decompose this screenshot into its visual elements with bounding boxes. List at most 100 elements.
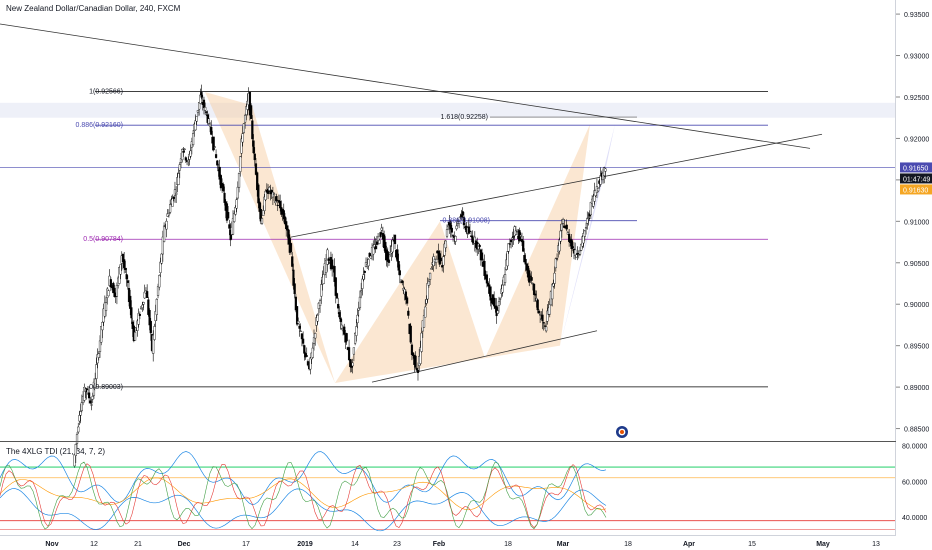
candle-body [522,240,525,252]
candle-body [483,260,486,276]
candle-body [196,110,200,113]
candle-body [467,226,470,234]
candle-body [415,368,418,371]
candle-body [212,136,215,151]
candle-body [286,225,289,231]
time-tick-label: Mar [557,541,570,548]
candle-body [311,347,314,358]
chart-canvas[interactable]: 1(0.92566) 0.886(0.92160) 0.5(0.90784) 0(0.… [0,0,932,550]
fib-label-1618: 1.618(0.92258) [441,114,488,121]
candle-body [428,272,432,280]
candle-body [183,148,186,150]
candle-body [571,246,574,248]
candle-body [545,326,548,332]
candle-body [401,280,404,284]
candle-body [182,150,185,153]
candle-body [430,268,433,270]
candle-body [133,331,137,341]
candle-body [575,254,578,258]
candle-body [347,347,351,361]
candle-body [123,259,126,268]
candle-body [536,299,539,311]
candle-body [273,193,276,195]
candle-body [543,325,547,327]
candle-body [155,299,158,315]
candle-body [227,212,230,219]
candle-body [73,454,76,467]
candle-body [375,241,378,245]
candle-body [416,370,420,373]
event-icon[interactable] [616,426,628,438]
candle-body [480,252,484,261]
candle-body [250,105,253,119]
countdown-label: 01:47:49 [903,176,930,183]
candle-body [90,404,93,406]
candle-body [210,126,213,135]
candle-body [77,426,80,433]
time-tick-label: Feb [433,541,445,548]
candle-body [471,235,474,243]
candle-body [326,249,329,265]
candle-body [360,290,363,293]
candle-body [561,219,565,224]
candle-body [207,118,210,124]
candle-body [529,275,532,277]
candle-body [205,111,208,113]
time-tick-label: Nov [45,541,58,548]
candle-body [420,332,423,352]
price-tick-label: 0.88500 [904,427,929,434]
candle-body [350,365,353,368]
candle-body [275,195,278,201]
candle-body [578,250,582,255]
candle-body [519,234,522,237]
candle-body [223,192,226,203]
tdi-rsi-line [0,461,607,530]
candle-body [297,320,300,324]
candle-body [175,192,178,195]
indicator-tick-label: 60.0000 [902,479,927,486]
candle-body [187,159,190,163]
candle-body [537,310,540,314]
candle-body [530,277,533,281]
candle-body [124,267,127,270]
candle-body [548,304,551,315]
candle-body [292,269,295,286]
candle-body [320,284,323,297]
candle-body [335,293,339,299]
candle-body [444,240,447,249]
candle-body [499,298,502,300]
candle-body [298,325,301,329]
candle-body [497,301,501,306]
candle-body [228,224,231,229]
candle-body [303,345,306,354]
candle-body [262,210,265,216]
candle-body [159,261,162,273]
candle-body [357,307,360,311]
candle-body [442,256,445,266]
candle-body [560,223,563,231]
candle-body [216,160,219,166]
candle-body [461,211,464,216]
candle-body [454,236,457,242]
fib-label-1: 1(0.92566) [89,89,123,96]
trendline-resistance [0,23,811,149]
candle-body [339,317,342,322]
candle-body [291,256,294,267]
pattern-wing-2 [335,221,485,383]
candle-body [107,290,110,297]
candle-body [109,279,112,288]
candle-body [194,120,197,131]
candle-body [74,444,77,456]
candle-body [425,299,428,304]
candle-body [243,115,247,123]
candle-body [252,140,255,154]
candle-body [202,99,206,108]
candle-body [565,224,568,230]
candle-body [309,357,312,370]
candle-body [524,258,527,265]
price-tick-label: 0.93000 [904,54,929,61]
candle-body [552,283,555,287]
candle-body [501,284,504,293]
candle-body [539,314,542,316]
time-tick-label: 17 [242,541,250,548]
